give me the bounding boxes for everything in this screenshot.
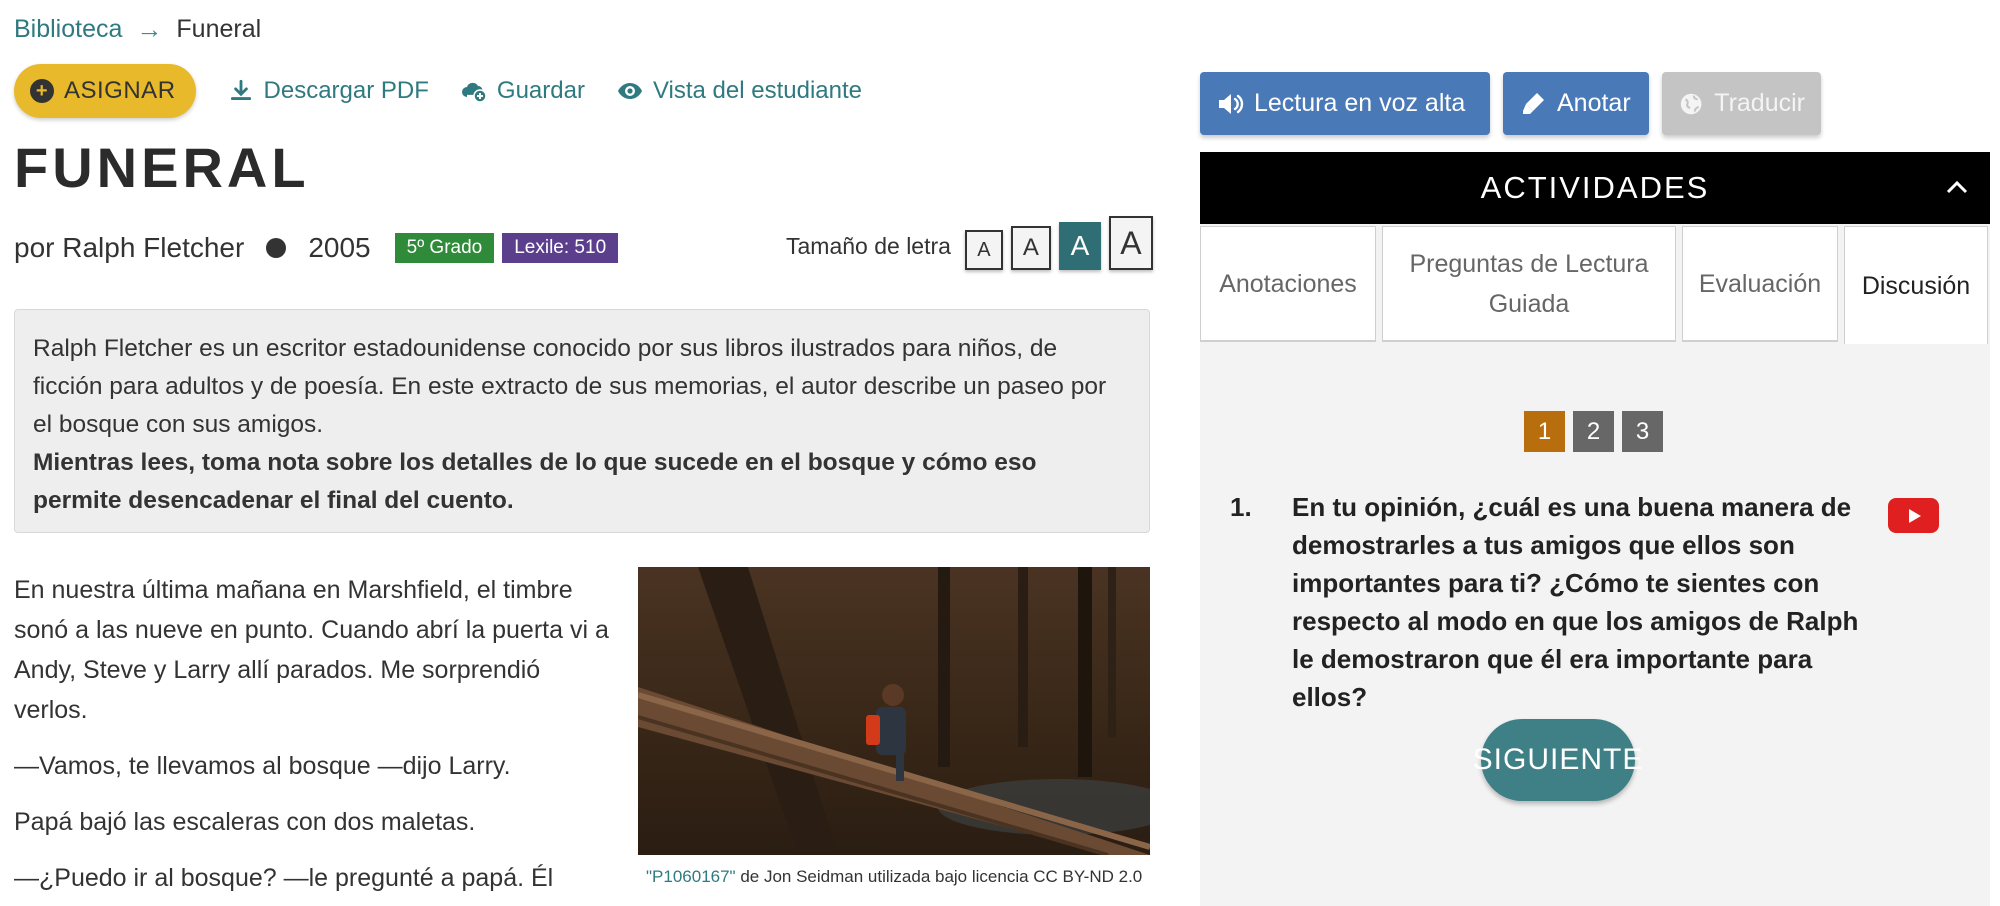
discussion-question: 1. En tu opinión, ¿cuál es una buena man… <box>1230 488 1870 716</box>
font-size-label: Tamaño de letra <box>786 233 951 259</box>
intro-box: Ralph Fletcher es un escritor estadounid… <box>14 309 1150 533</box>
student-view-label: Vista del estudiante <box>652 77 862 104</box>
save-link[interactable]: Guardar <box>461 77 585 105</box>
download-pdf-link[interactable]: Descargar PDF <box>228 77 429 105</box>
page-button[interactable]: 1 <box>1524 411 1565 452</box>
youtube-video-icon[interactable] <box>1888 498 1939 533</box>
font-size-large-button[interactable]: A <box>1058 222 1101 270</box>
translate-label: Traducir <box>1714 89 1805 117</box>
breadcrumb: Biblioteca → Funeral <box>14 14 261 45</box>
play-icon <box>1908 508 1921 523</box>
download-icon <box>230 79 251 100</box>
annotate-label: Anotar <box>1557 89 1631 117</box>
page-title: FUNERAL <box>14 136 310 199</box>
lexile-badge: Lexile: 510 <box>502 233 619 263</box>
activities-header[interactable]: ACTIVIDADES <box>1200 152 1990 224</box>
save-label: Guardar <box>496 77 585 104</box>
page-button[interactable]: 3 <box>1622 411 1663 452</box>
arrow-right-icon: → <box>136 14 163 44</box>
story-meta: por Ralph Fletcher 2005 5º Grado Lexile:… <box>14 232 619 264</box>
translate-button[interactable]: Traducir <box>1662 72 1821 135</box>
read-aloud-button[interactable]: Lectura en voz alta <box>1200 72 1490 135</box>
font-size-medium-button[interactable]: A <box>1010 226 1051 270</box>
story-paragraph: En nuestra última mañana en Marshfield, … <box>14 576 609 724</box>
breadcrumb-library-link[interactable]: Biblioteca <box>14 15 122 44</box>
forest-image <box>638 567 1150 855</box>
activities-tabs: Anotaciones Preguntas de Lectura Guiada … <box>1200 226 1990 344</box>
page-button[interactable]: 2 <box>1573 411 1614 452</box>
intro-text: Ralph Fletcher es un escritor estadounid… <box>33 335 1107 438</box>
question-number: 1. <box>1230 492 1252 522</box>
breadcrumb-current: Funeral <box>176 15 262 43</box>
story-text: En nuestra última mañana en Marshfield, … <box>14 570 614 906</box>
intro-instruction: Mientras lees, toma nota sobre los detal… <box>33 449 1037 514</box>
image-credit: de Jon Seidman utilizada bajo licencia C… <box>735 867 1143 886</box>
download-pdf-label: Descargar PDF <box>263 77 429 104</box>
assign-button[interactable]: + ASIGNAR <box>14 64 196 118</box>
image-source-link[interactable]: "P1060167" <box>646 867 736 886</box>
highlighter-icon <box>1523 92 1544 114</box>
font-size-control: Tamaño de letra A A A A <box>786 216 1153 270</box>
assign-label: ASIGNAR <box>64 77 176 104</box>
story-photo <box>638 567 1150 855</box>
next-button[interactable]: SIGUIENTE <box>1473 719 1642 801</box>
tab-discussion[interactable]: Discusión <box>1844 226 1988 344</box>
story-paragraph: —¿Puedo ir al bosque? —le pregunté a pap… <box>14 864 554 892</box>
action-bar: + ASIGNAR Descargar PDF Guardar Vista de… <box>14 64 862 118</box>
font-size-small-button[interactable]: A <box>964 230 1003 270</box>
tab-assessment[interactable]: Evaluación <box>1682 226 1838 342</box>
story-paragraph: —Vamos, te llevamos al bosque —dijo Larr… <box>14 752 511 780</box>
grade-badge: 5º Grado <box>394 233 495 263</box>
story-paragraph: Papá bajó las escaleras con dos maletas. <box>14 808 476 836</box>
author: por Ralph Fletcher <box>14 232 245 263</box>
plus-circle-icon: + <box>30 79 54 103</box>
question-pager: 1 2 3 <box>1524 411 1663 452</box>
annotate-button[interactable]: Anotar <box>1503 72 1649 135</box>
font-size-xlarge-button[interactable]: A <box>1108 216 1153 270</box>
speaker-icon <box>1219 93 1244 114</box>
tab-annotations[interactable]: Anotaciones <box>1200 226 1376 342</box>
chevron-up-icon[interactable] <box>1942 172 1972 202</box>
question-text: En tu opinión, ¿cuál es una buena manera… <box>1292 492 1859 712</box>
tab-guided-reading-questions[interactable]: Preguntas de Lectura Guiada <box>1382 226 1676 342</box>
eye-icon <box>617 83 642 99</box>
separator-dot <box>266 238 287 258</box>
image-caption: "P1060167" de Jon Seidman utilizada bajo… <box>646 866 1150 888</box>
cloud-plus-icon <box>461 82 487 103</box>
student-view-link[interactable]: Vista del estudiante <box>617 77 862 105</box>
globe-icon <box>1680 93 1702 114</box>
year: 2005 <box>308 232 371 263</box>
read-aloud-label: Lectura en voz alta <box>1254 89 1466 117</box>
activities-title: ACTIVIDADES <box>1480 170 1710 205</box>
